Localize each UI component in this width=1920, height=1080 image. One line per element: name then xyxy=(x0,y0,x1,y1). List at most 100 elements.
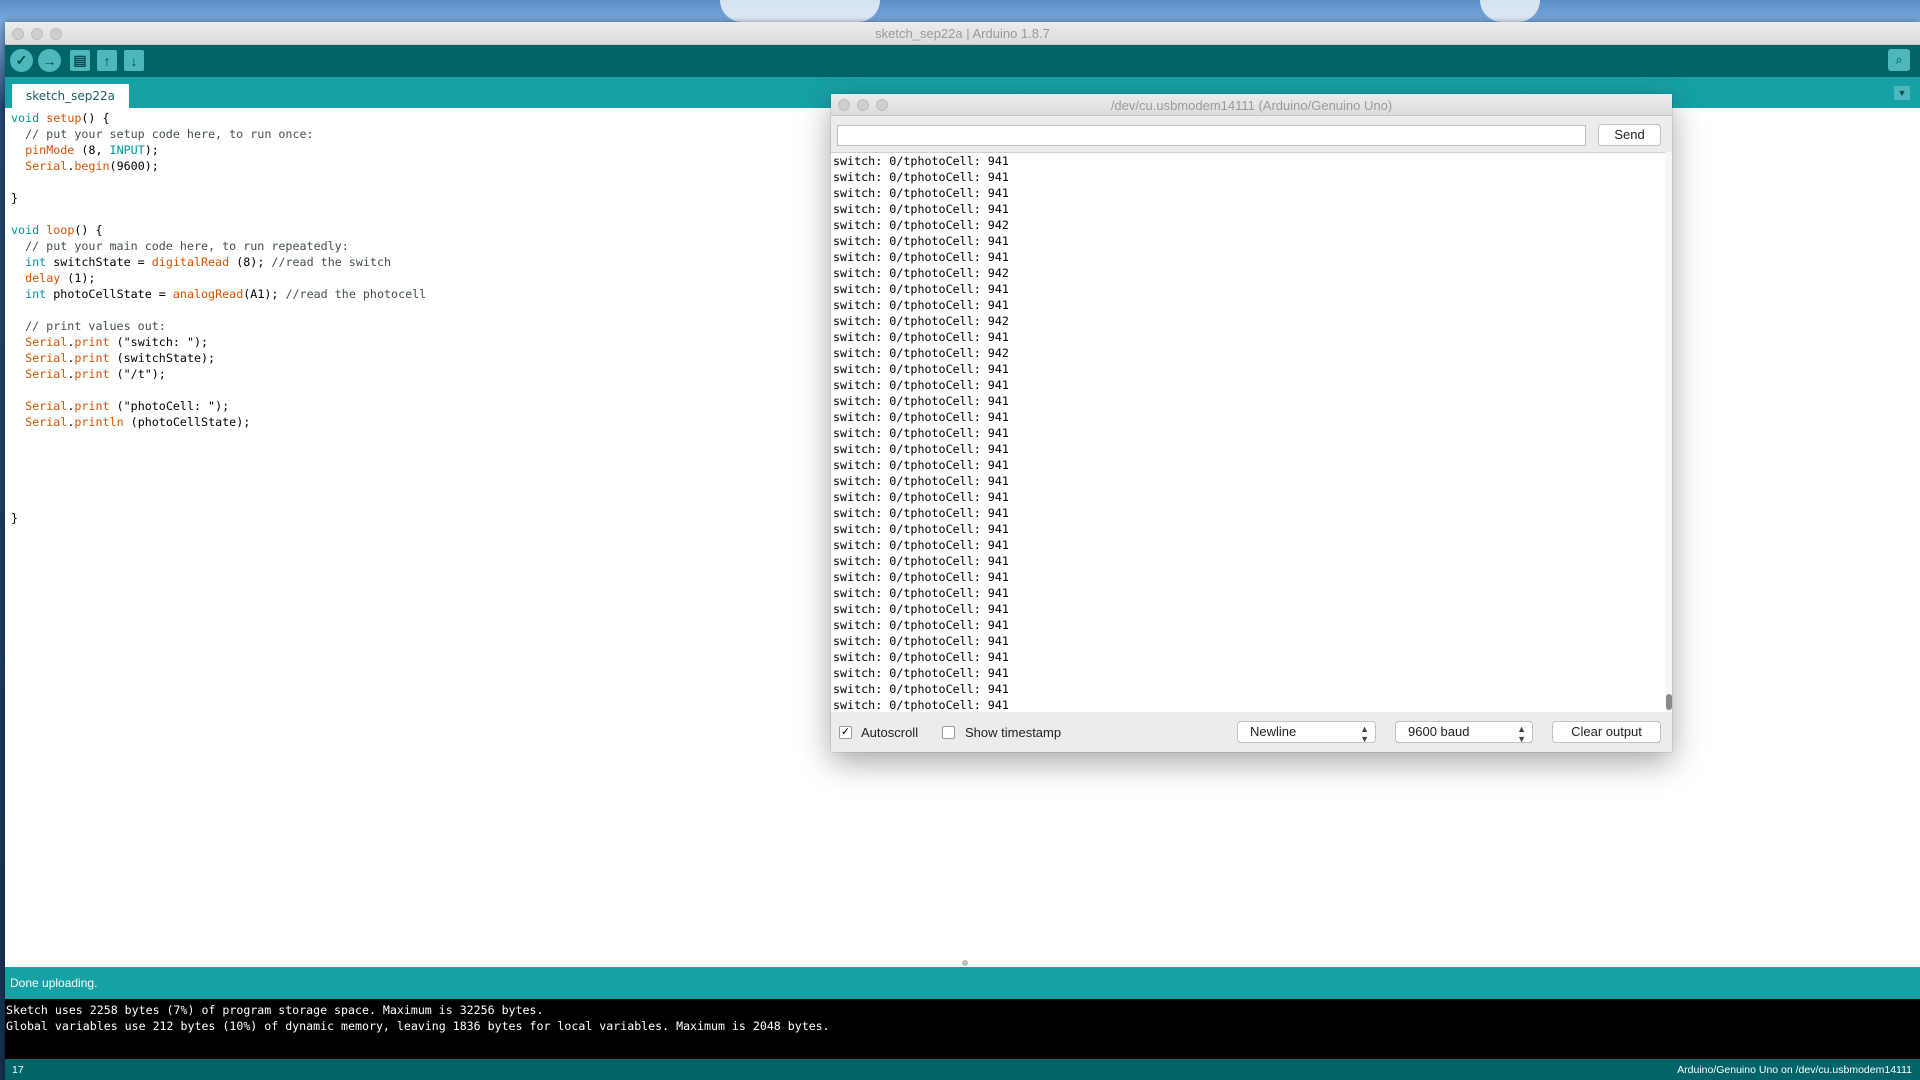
ide-toolbar: ✓ → ▤ ↑ ↓ ⌕ xyxy=(5,45,1920,77)
arrow-up-icon: ↑ xyxy=(103,52,111,69)
open-sketch-button[interactable]: ↑ xyxy=(97,50,117,71)
new-sketch-button[interactable]: ▤ xyxy=(70,50,90,71)
code-token: analogRead xyxy=(172,287,244,301)
serial-output-line: switch: 0/tphotoCell: 941 xyxy=(833,378,1009,392)
checkmark-icon: ✓ xyxy=(15,52,28,68)
line-ending-select[interactable]: Newline ▲ ▼ xyxy=(1237,721,1376,744)
code-token: //read the photocell xyxy=(285,287,427,301)
serial-scrollbar[interactable] xyxy=(1665,152,1672,712)
serial-output-line: switch: 0/tphotoCell: 941 xyxy=(833,570,1009,584)
verify-button[interactable]: ✓ xyxy=(10,49,33,72)
serial-output-line: switch: 0/tphotoCell: 941 xyxy=(833,186,1009,200)
code-token: Serial xyxy=(25,399,68,413)
code-token: Serial xyxy=(25,415,68,429)
code-token: ("switch: "); xyxy=(109,335,209,349)
serial-output-line: switch: 0/tphotoCell: 941 xyxy=(833,458,1009,472)
code-line: } xyxy=(11,510,426,526)
code-token: (switchState); xyxy=(109,351,216,365)
serial-output-line: switch: 0/tphotoCell: 941 xyxy=(833,490,1009,504)
baud-rate-select[interactable]: 9600 baud ▲ ▼ xyxy=(1395,721,1533,744)
code-token: print xyxy=(74,367,110,381)
code-token: (8, xyxy=(74,143,110,157)
code-token: (9600); xyxy=(109,159,159,173)
console-line: Global variables use 212 bytes (10%) of … xyxy=(6,1019,830,1033)
serial-output-line: switch: 0/tphotoCell: 941 xyxy=(833,650,1009,664)
send-button[interactable]: Send xyxy=(1598,124,1661,146)
line-number: 17 xyxy=(12,1064,24,1076)
code-token: begin xyxy=(74,159,110,173)
show-timestamp-checkbox[interactable] xyxy=(942,726,955,739)
serial-output-line: switch: 0/tphotoCell: 941 xyxy=(833,602,1009,616)
autoscroll-checkbox[interactable]: ✓ xyxy=(839,726,852,739)
tab-menu-button[interactable]: ▼ xyxy=(1894,86,1910,100)
code-line: Serial.print (switchState); xyxy=(11,350,426,366)
code-token: void xyxy=(11,223,40,237)
serial-monitor-button[interactable]: ⌕ xyxy=(1888,49,1910,71)
serial-output-line: switch: 0/tphotoCell: 941 xyxy=(833,394,1009,408)
panel-resize-handle[interactable] xyxy=(962,960,968,966)
code-token: setup xyxy=(46,111,82,125)
code-token: (photoCellState); xyxy=(123,415,251,429)
serial-output-line: switch: 0/tphotoCell: 941 xyxy=(833,154,1009,168)
code-token: INPUT xyxy=(109,143,145,157)
line-ending-value: Newline xyxy=(1250,724,1297,739)
serial-output-line: switch: 0/tphotoCell: 941 xyxy=(833,426,1009,440)
serial-output-line: switch: 0/tphotoCell: 941 xyxy=(833,362,1009,376)
code-token: Serial xyxy=(25,367,68,381)
serial-output-line: switch: 0/tphotoCell: 941 xyxy=(833,522,1009,536)
serial-output-line: switch: 0/tphotoCell: 941 xyxy=(833,250,1009,264)
clear-output-button[interactable]: Clear output xyxy=(1552,721,1661,743)
code-token: Serial xyxy=(25,159,68,173)
scroll-thumb[interactable] xyxy=(1666,694,1672,710)
serial-output[interactable]: switch: 0/tphotoCell: 941 switch: 0/tphot… xyxy=(831,152,1665,712)
code-token: //read the switch xyxy=(271,255,392,269)
new-file-icon: ▤ xyxy=(73,52,87,68)
serial-output-line: switch: 0/tphotoCell: 941 xyxy=(833,330,1009,344)
code-line: int photoCellState = analogRead(A1); //r… xyxy=(11,286,426,302)
code-token: } xyxy=(11,511,19,525)
code-token: println xyxy=(74,415,124,429)
status-bar: Done uploading. xyxy=(5,967,1920,999)
serial-output-line: switch: 0/tphotoCell: 941 xyxy=(833,170,1009,184)
code-token: ("photoCell: "); xyxy=(109,399,230,413)
serial-input[interactable] xyxy=(837,125,1586,146)
code-line: Serial.begin(9600); xyxy=(11,158,426,174)
code-token: (8); xyxy=(229,255,272,269)
save-sketch-button[interactable]: ↓ xyxy=(124,50,144,71)
code-token: (A1); xyxy=(243,287,286,301)
arrow-down-icon: ↓ xyxy=(130,52,138,69)
code-token: void xyxy=(11,111,40,125)
serial-output-line: switch: 0/tphotoCell: 941 xyxy=(833,554,1009,568)
desktop-cloud xyxy=(1480,0,1540,22)
baud-rate-value: 9600 baud xyxy=(1408,724,1470,739)
code-line: // print values out: xyxy=(11,318,426,334)
code-line: // put your main code here, to run repea… xyxy=(11,238,426,254)
serial-output-line: switch: 0/tphotoCell: 941 xyxy=(833,682,1009,696)
code-token: // put your setup code here, to run once… xyxy=(11,127,314,141)
code-token: () { xyxy=(81,111,110,125)
autoscroll-label: Autoscroll xyxy=(861,725,919,740)
serial-output-line: switch: 0/tphotoCell: 941 xyxy=(833,442,1009,456)
code-token: Serial xyxy=(25,335,68,349)
code-text[interactable]: void setup() { // put your setup code he… xyxy=(11,110,426,526)
serial-output-line: switch: 0/tphotoCell: 941 xyxy=(833,298,1009,312)
code-token: photoCellState = xyxy=(46,287,173,301)
serial-output-line: switch: 0/tphotoCell: 941 xyxy=(833,618,1009,632)
serial-output-line: switch: 0/tphotoCell: 941 xyxy=(833,506,1009,520)
serial-output-line: switch: 0/tphotoCell: 941 xyxy=(833,634,1009,648)
code-line: int switchState = digitalRead (8); //rea… xyxy=(11,254,426,270)
serial-output-line: switch: 0/tphotoCell: 941 xyxy=(833,474,1009,488)
upload-button[interactable]: → xyxy=(38,49,61,72)
tab-sketch[interactable]: sketch_sep22a xyxy=(12,84,129,108)
code-token: digitalRead xyxy=(151,255,230,269)
ide-titlebar: sketch_sep22a | Arduino 1.8.7 xyxy=(5,22,1920,45)
